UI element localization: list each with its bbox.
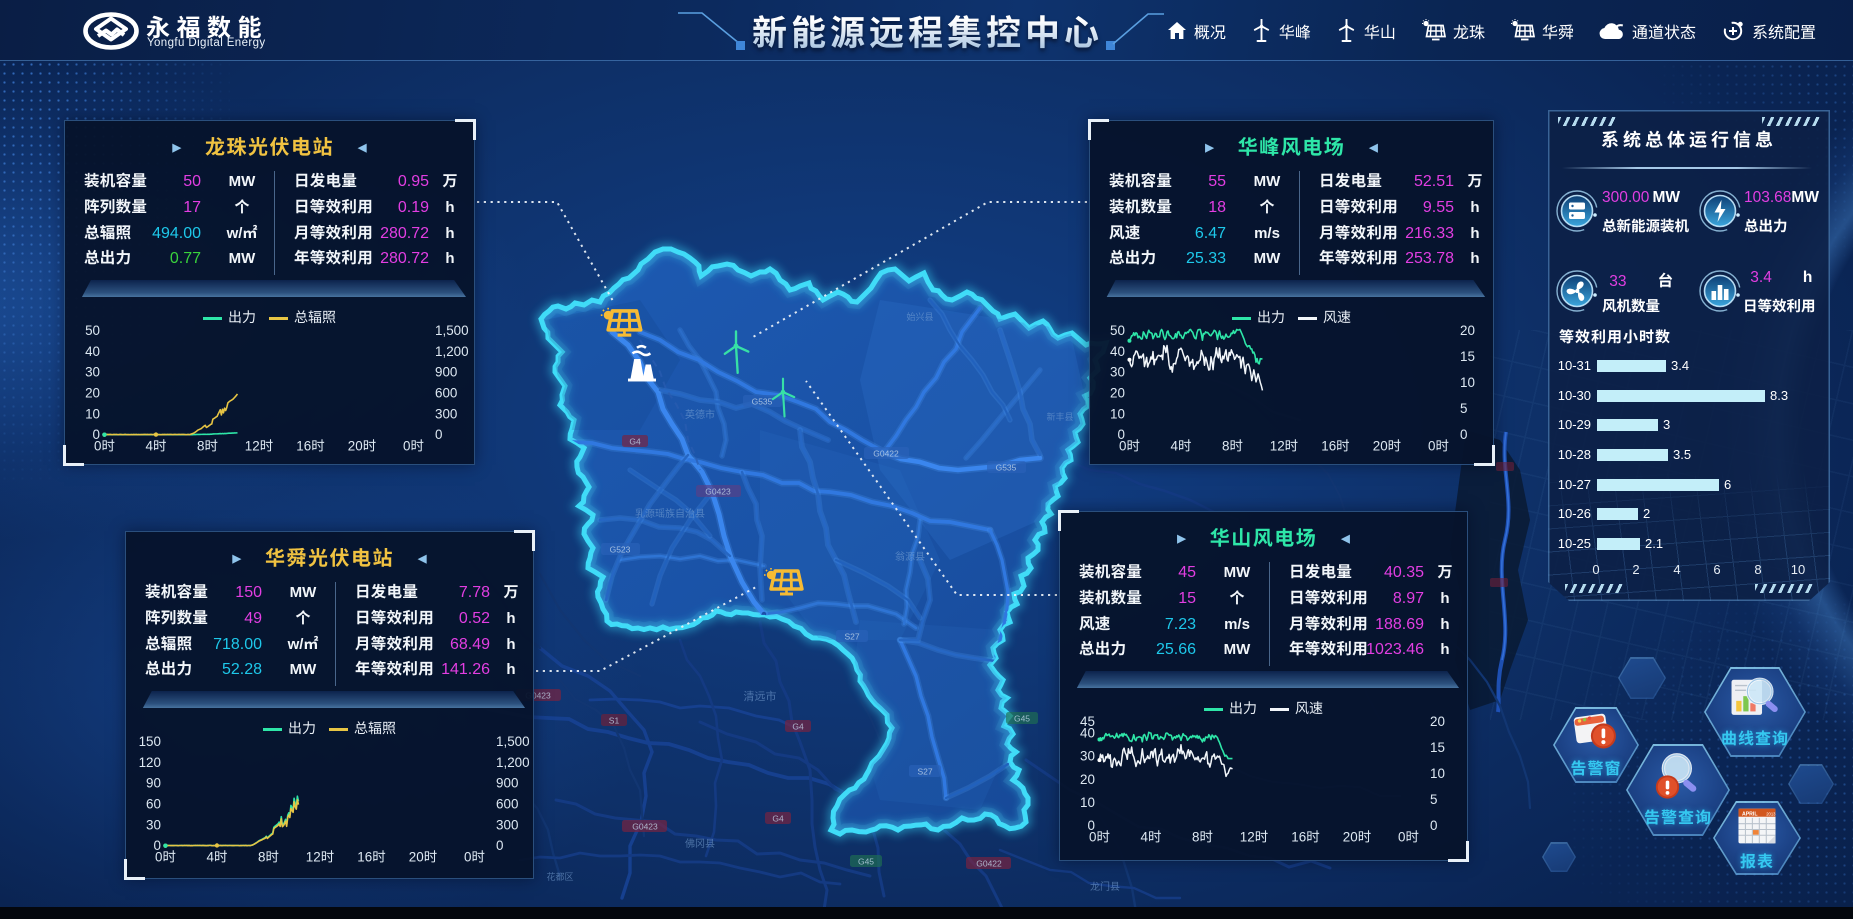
svg-text:G0423: G0423: [632, 822, 658, 832]
svg-text:G0423: G0423: [705, 487, 731, 497]
svg-text:300: 300: [496, 817, 518, 832]
svg-text:30: 30: [146, 817, 161, 832]
svg-text:0时: 0时: [1398, 830, 1419, 845]
svg-text:600: 600: [496, 797, 518, 812]
svg-text:20: 20: [1430, 714, 1445, 729]
svg-text:G45: G45: [1014, 714, 1030, 724]
svg-text:20时: 20时: [409, 850, 437, 865]
svg-text:120: 120: [139, 755, 161, 770]
svg-text:8时: 8时: [1222, 439, 1243, 454]
svg-text:0: 0: [1460, 427, 1467, 442]
svg-text:G45: G45: [858, 857, 874, 867]
svg-text:8时: 8时: [197, 439, 218, 454]
svg-text:1,200: 1,200: [496, 755, 530, 770]
svg-text:12时: 12时: [306, 850, 334, 865]
svg-text:20时: 20时: [1343, 830, 1371, 845]
svg-text:4时: 4时: [1141, 830, 1162, 845]
svg-text:G0422: G0422: [873, 449, 899, 459]
svg-text:20: 20: [1460, 323, 1475, 338]
svg-text:10: 10: [1430, 766, 1445, 781]
svg-text:300: 300: [435, 406, 457, 421]
svg-text:16时: 16时: [357, 850, 385, 865]
svg-text:1,500: 1,500: [496, 734, 530, 749]
svg-text:40: 40: [1080, 726, 1095, 741]
svg-text:10: 10: [1080, 795, 1095, 810]
svg-text:1,500: 1,500: [435, 323, 469, 338]
svg-text:APRIL: APRIL: [1742, 811, 1758, 817]
svg-text:30: 30: [85, 365, 100, 380]
svg-text:12时: 12时: [1240, 830, 1268, 845]
svg-text:0: 0: [435, 427, 442, 442]
svg-text:花都区: 花都区: [546, 871, 573, 882]
svg-text:150: 150: [139, 734, 161, 749]
svg-text:4时: 4时: [207, 850, 228, 865]
svg-text:600: 600: [435, 385, 457, 400]
svg-text:20时: 20时: [1373, 439, 1401, 454]
svg-text:G523: G523: [610, 545, 631, 555]
svg-text:0时: 0时: [1089, 830, 1110, 845]
svg-text:50: 50: [1110, 323, 1125, 338]
svg-text:10: 10: [85, 406, 100, 421]
svg-text:始兴县: 始兴县: [906, 311, 933, 322]
svg-text:清远市: 清远市: [744, 689, 777, 703]
svg-text:S1: S1: [609, 716, 620, 726]
svg-text:G0422: G0422: [976, 859, 1002, 869]
svg-text:翁源县: 翁源县: [895, 550, 925, 563]
svg-text:0时: 0时: [464, 850, 485, 865]
svg-text:8时: 8时: [258, 850, 279, 865]
svg-text:0时: 0时: [155, 850, 176, 865]
svg-text:40: 40: [85, 344, 100, 359]
svg-text:16时: 16时: [296, 439, 324, 454]
svg-text:乳源瑶族自治县: 乳源瑶族自治县: [635, 507, 705, 520]
svg-text:S27: S27: [917, 767, 932, 777]
svg-text:英德市: 英德市: [685, 408, 715, 421]
svg-text:0: 0: [496, 838, 503, 853]
svg-text:0时: 0时: [1119, 439, 1140, 454]
svg-text:20: 20: [85, 385, 100, 400]
svg-text:0时: 0时: [1428, 439, 1449, 454]
svg-text:900: 900: [496, 776, 518, 791]
svg-text:30: 30: [1080, 749, 1095, 764]
svg-text:0时: 0时: [94, 439, 115, 454]
svg-text:0: 0: [1430, 818, 1437, 833]
svg-text:8时: 8时: [1192, 830, 1213, 845]
svg-text:4时: 4时: [146, 439, 167, 454]
svg-text:G4: G4: [629, 437, 641, 447]
svg-text:60: 60: [146, 797, 161, 812]
svg-text:10: 10: [1460, 375, 1475, 390]
svg-text:佛冈县: 佛冈县: [685, 837, 715, 850]
svg-text:G4: G4: [792, 722, 804, 732]
svg-text:G535: G535: [996, 463, 1017, 473]
svg-text:0时: 0时: [403, 439, 424, 454]
svg-text:90: 90: [146, 776, 161, 791]
svg-text:G535: G535: [752, 397, 773, 407]
svg-text:龙门县: 龙门县: [1090, 880, 1120, 893]
svg-text:40: 40: [1110, 344, 1125, 359]
svg-text:4时: 4时: [1171, 439, 1192, 454]
svg-text:新丰县: 新丰县: [1046, 411, 1073, 422]
svg-text:1,200: 1,200: [435, 344, 469, 359]
svg-text:900: 900: [435, 365, 457, 380]
svg-text:50: 50: [85, 323, 100, 338]
svg-text:10: 10: [1110, 406, 1125, 421]
svg-text:20时: 20时: [348, 439, 376, 454]
svg-text:16时: 16时: [1321, 439, 1349, 454]
svg-text:16时: 16时: [1291, 830, 1319, 845]
svg-text:15: 15: [1460, 349, 1475, 364]
svg-text:5: 5: [1460, 401, 1467, 416]
svg-text:20: 20: [1080, 772, 1095, 787]
svg-text:5: 5: [1430, 792, 1437, 807]
svg-text:15: 15: [1430, 740, 1445, 755]
svg-text:G4: G4: [772, 814, 784, 824]
svg-text:S27: S27: [844, 632, 859, 642]
svg-text:2013: 2013: [1766, 811, 1776, 816]
svg-text:20: 20: [1110, 385, 1125, 400]
svg-text:12时: 12时: [245, 439, 273, 454]
svg-text:30: 30: [1110, 365, 1125, 380]
svg-text:12时: 12时: [1270, 439, 1298, 454]
